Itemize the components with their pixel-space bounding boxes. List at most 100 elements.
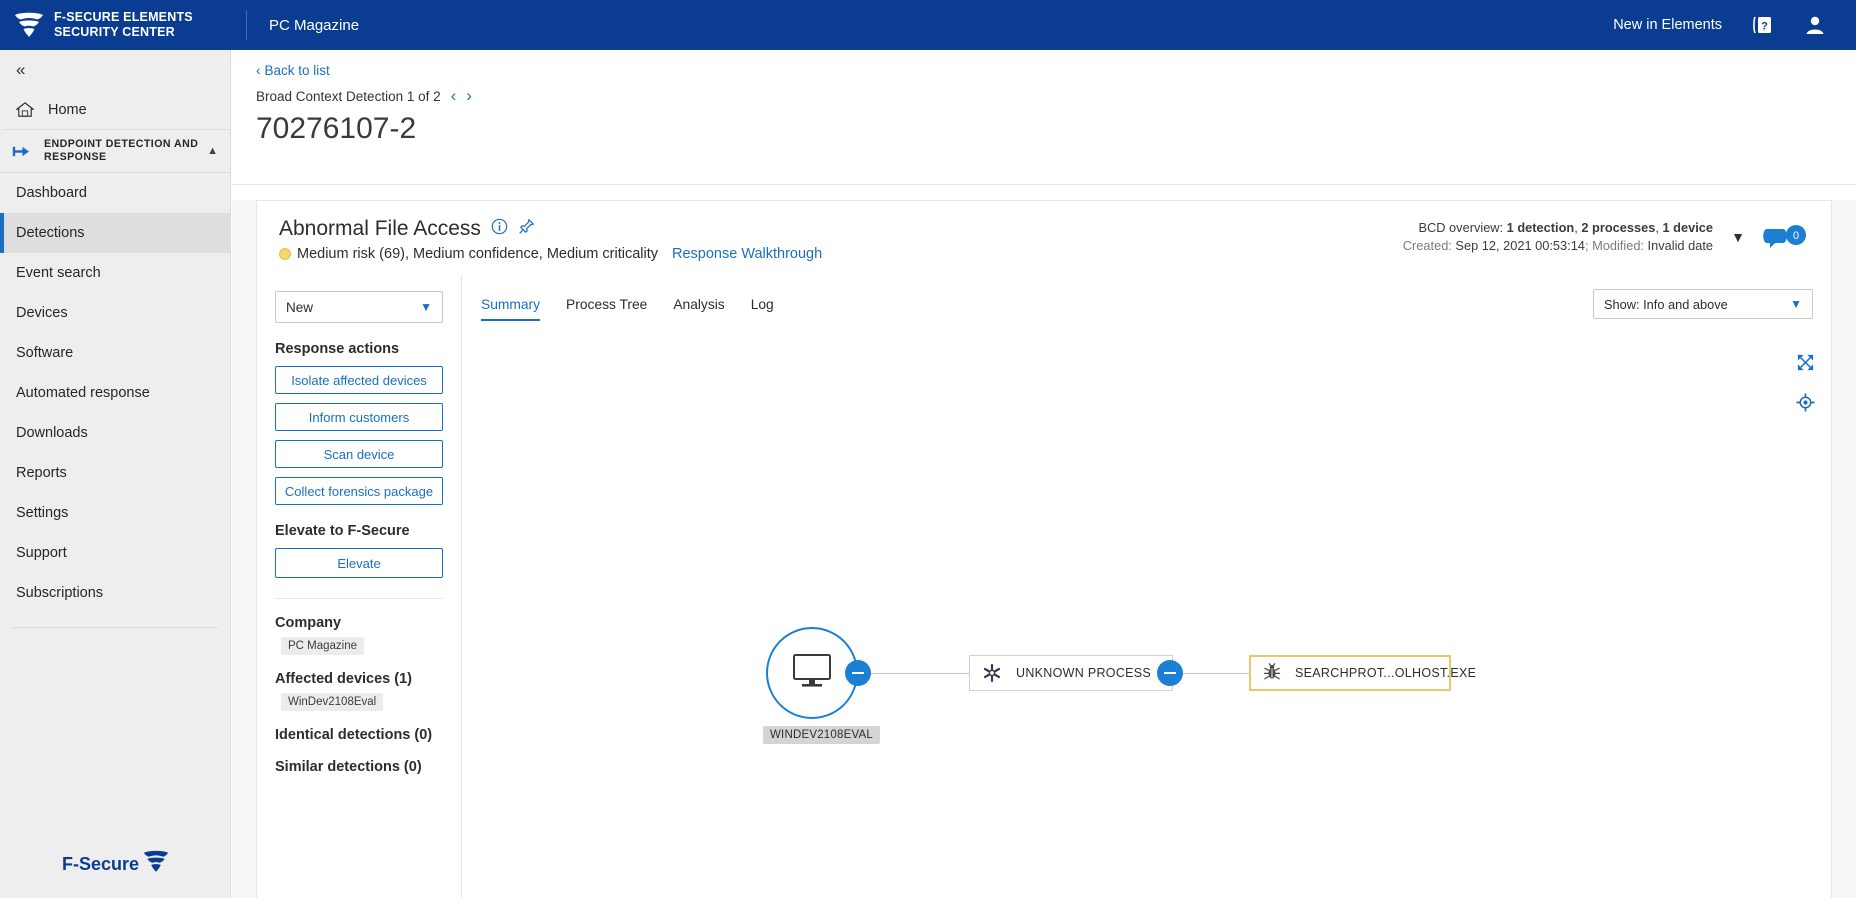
sidebar: « Home ENDPOINT DETECTION AND RESPONSE ▲… [0,50,231,898]
previous-detection-button[interactable]: ‹ [451,86,457,106]
bcd-overview-line: BCD overview: 1 detection, 2 processes, … [1418,220,1713,235]
sidebar-item-automated-response[interactable]: Automated response [0,373,230,413]
footer-logo: F-Secure [0,850,231,878]
home-icon [16,101,36,118]
f-secure-shield-icon [143,850,169,878]
sidebar-item-label: Support [16,545,67,561]
sidebar-item-software[interactable]: Software [0,333,230,373]
detection-status-select[interactable]: New ▼ [275,291,443,323]
sidebar-item-label: Reports [16,465,67,481]
content-shell: Abnormal File Access Medium risk (69), M… [232,200,1856,898]
sidebar-item-home-label: Home [48,101,87,118]
info-icon[interactable] [491,218,508,240]
monitor-icon [790,651,834,696]
sidebar-item-detections[interactable]: Detections [0,213,230,253]
tab-analysis[interactable]: Analysis [673,297,724,321]
sidebar-item-subscriptions[interactable]: Subscriptions [0,573,230,613]
company-title: Company [275,615,342,631]
tab-summary[interactable]: Summary [481,297,541,321]
detection-header: Abnormal File Access Medium risk (69), M… [257,201,1831,275]
breadcrumb-label: Broad Context Detection 1 of 2 [256,88,441,104]
identical-detections-title: Identical detections (0) [275,727,433,743]
sidebar-item-downloads[interactable]: Downloads [0,413,230,453]
account-icon[interactable] [1804,14,1826,36]
brand-logo-block[interactable]: F-SECURE ELEMENTS SECURITY CENTER [0,0,230,50]
next-detection-button[interactable]: › [466,86,472,106]
inform-customers-button[interactable]: Inform customers [275,403,443,431]
tab-process-tree[interactable]: Process Tree [566,297,647,321]
device-collapse-toggle[interactable] [845,660,871,686]
sidebar-collapse-button[interactable]: « [0,50,230,90]
page-title: 70276107-2 [256,112,417,145]
edr-arrow-icon [12,144,32,159]
process-graph: WINDEV2108EVAL UNKNOWN PROCESS SEARCHPRO… [463,321,1833,898]
company-name: PC Magazine [246,10,359,40]
modified-prefix: Modified: [1592,238,1648,253]
help-icon[interactable]: ? [1752,14,1774,36]
device-node-label: WINDEV2108EVAL [763,726,880,744]
bcd-overview-processes: 2 processes [1581,220,1656,235]
risk-description: Medium risk (69), Medium confidence, Med… [297,246,658,262]
company-chip: PC Magazine [281,637,365,655]
chevron-down-icon: ▼ [420,300,432,314]
chevron-down-icon: ▼ [1790,297,1802,311]
graph-edge [871,673,969,674]
tab-log[interactable]: Log [751,297,774,321]
comments-badge[interactable]: 0 [1761,225,1809,251]
svg-text:0: 0 [1793,230,1799,242]
created-value: Sep 12, 2021 00:53:14 [1455,238,1585,253]
sidebar-section-edr[interactable]: ENDPOINT DETECTION AND RESPONSE ▲ [0,130,230,173]
elevate-button[interactable]: Elevate [275,548,443,578]
chevron-left-icon: ‹ [256,63,261,78]
sidebar-item-support[interactable]: Support [0,533,230,573]
sidebar-section-edr-label: ENDPOINT DETECTION AND RESPONSE [44,138,199,163]
bcd-timestamps-line: Created: Sep 12, 2021 00:53:14; Modified… [1402,238,1713,253]
process-node-searchprotocolhost[interactable]: SEARCHPROT...OLHOST.EXE [1249,655,1476,691]
sidebar-item-label: Subscriptions [16,585,104,601]
sidebar-item-reports[interactable]: Reports [0,453,230,493]
collect-forensics-package-button[interactable]: Collect forensics package [275,477,443,505]
isolate-affected-devices-button[interactable]: Isolate affected devices [275,366,443,394]
sidebar-item-label: Software [16,345,74,361]
sidebar-item-settings[interactable]: Settings [0,493,230,533]
detection-title: Abnormal File Access [279,217,481,240]
chevron-up-icon[interactable]: ▲ [207,145,218,157]
panel-divider [275,598,443,599]
process-node-label: SEARCHPROT...OLHOST.EXE [1295,666,1477,680]
scan-device-button[interactable]: Scan device [275,440,443,468]
svg-text:?: ? [1761,21,1768,33]
show-filter-select[interactable]: Show: Info and above ▼ [1593,289,1813,319]
back-to-list-label: Back to list [264,63,330,78]
risk-level-icon [279,248,291,260]
brand-line-2: SECURITY CENTER [54,25,175,39]
detection-side-panel: New ▼ Response actions Isolate affected … [257,275,462,898]
process-node-label: UNKNOWN PROCESS [1016,666,1152,680]
sidebar-item-devices[interactable]: Devices [0,293,230,333]
back-to-list-link[interactable]: ‹ Back to list [256,63,330,78]
f-secure-shield-icon [14,12,44,38]
sidebar-item-label: Automated response [16,385,150,401]
sidebar-item-dashboard[interactable]: Dashboard [0,173,230,213]
sidebar-item-label: Settings [16,505,69,521]
bcd-overview-prefix: BCD overview: [1418,220,1507,235]
breadcrumb: Broad Context Detection 1 of 2 ‹ › [256,86,472,106]
sidebar-divider [12,627,218,628]
detection-main-area: Summary Process Tree Analysis Log Show: … [463,275,1833,898]
new-in-elements-link[interactable]: New in Elements [1613,17,1722,33]
process-collapse-toggle[interactable] [1157,660,1183,686]
top-bar: F-SECURE ELEMENTS SECURITY CENTER PC Mag… [0,0,1856,50]
sidebar-item-event-search[interactable]: Event search [0,253,230,293]
double-chevron-left-icon: « [16,60,26,79]
response-walkthrough-link[interactable]: Response Walkthrough [672,246,822,262]
bcd-overview-detections: 1 detection [1506,220,1575,235]
bcd-overview-meta: BCD overview: 1 detection, 2 processes, … [1403,219,1713,255]
brand-text: F-SECURE ELEMENTS SECURITY CENTER [54,10,193,40]
sidebar-item-home[interactable]: Home [0,90,230,130]
response-actions-title: Response actions [275,341,400,357]
chevron-down-icon[interactable]: ▼ [1731,229,1745,245]
sidebar-item-label: Downloads [16,425,88,441]
show-filter-value: Show: Info and above [1604,296,1728,312]
process-node-unknown[interactable]: UNKNOWN PROCESS [969,655,1173,691]
affected-devices-title: Affected devices (1) [275,671,412,687]
pin-icon[interactable] [518,218,535,240]
